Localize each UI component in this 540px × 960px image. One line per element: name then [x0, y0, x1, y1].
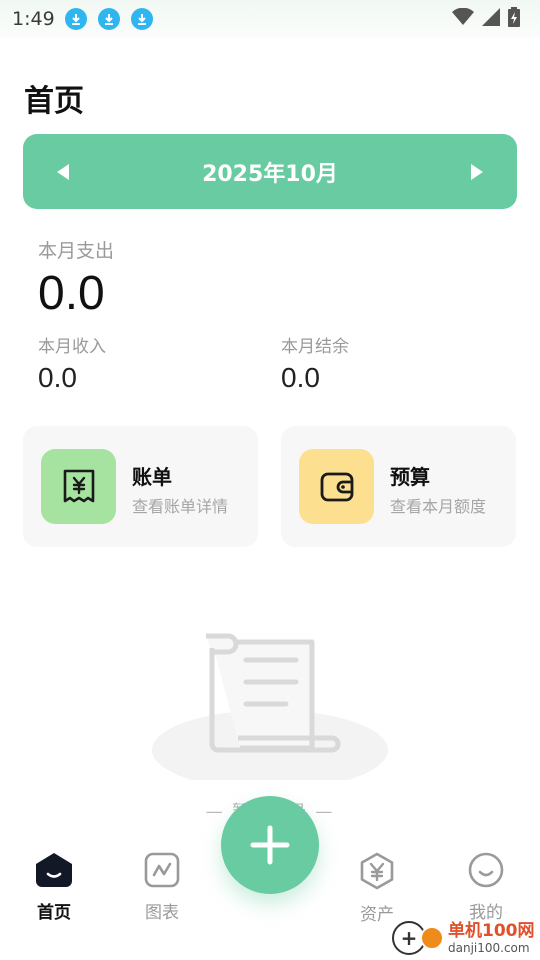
home-icon — [36, 853, 72, 887]
status-indicators — [452, 7, 520, 31]
download-icon — [64, 8, 87, 30]
balance-value: 0.0 — [281, 362, 320, 393]
bill-card[interactable]: 账单 查看账单详情 — [23, 426, 258, 547]
tab-chart[interactable]: 图表 — [117, 852, 207, 923]
bill-card-subtitle: 查看账单详情 — [132, 497, 229, 516]
watermark-dot-icon — [420, 926, 444, 950]
expense-label: 本月支出 — [38, 240, 115, 262]
add-record-button[interactable] — [221, 796, 319, 894]
month-label: 2025年10月 — [202, 161, 338, 187]
watermark: + 单机100网 danji100.com — [392, 918, 535, 958]
tab-home-label: 首页 — [37, 903, 71, 923]
tab-assets-label: 资产 — [360, 905, 394, 925]
yen-hexagon-icon — [360, 852, 394, 890]
budget-card-subtitle: 查看本月额度 — [390, 497, 487, 516]
status-bar: 1:49 — [0, 0, 540, 38]
prev-month-button[interactable] — [51, 160, 75, 184]
signal-icon — [482, 8, 500, 30]
triangle-left-icon — [57, 164, 69, 180]
download-icon — [130, 8, 153, 30]
status-time: 1:49 — [12, 8, 55, 30]
wifi-icon — [452, 7, 474, 30]
battery-icon — [508, 7, 520, 31]
receipt-yen-icon — [41, 449, 116, 524]
budget-card-title: 预算 — [390, 465, 430, 489]
month-selector: 2025年10月 — [23, 134, 517, 209]
balance-label: 本月结余 — [281, 337, 349, 357]
income-value: 0.0 — [38, 362, 77, 393]
income-label: 本月收入 — [38, 337, 106, 357]
watermark-url: danji100.com — [448, 940, 530, 955]
tab-assets[interactable]: 资产 — [332, 852, 422, 925]
scroll-icon — [152, 633, 388, 780]
bill-card-title: 账单 — [132, 465, 172, 489]
budget-card[interactable]: 预算 查看本月额度 — [281, 426, 516, 547]
page-title: 首页 — [24, 84, 84, 119]
chart-icon — [144, 852, 180, 888]
tab-mine[interactable]: 我的 — [441, 852, 531, 923]
tab-home[interactable]: 首页 — [9, 852, 99, 923]
wallet-icon — [299, 449, 374, 524]
plus-icon — [250, 825, 290, 865]
next-month-button[interactable] — [465, 160, 489, 184]
download-icon — [97, 8, 120, 30]
watermark-brand: 单机100网 — [448, 920, 535, 941]
watermark-text: 单机100网 danji100.com — [448, 920, 535, 955]
expense-value: 0.0 — [38, 267, 105, 320]
tab-chart-label: 图表 — [145, 903, 179, 923]
triangle-right-icon — [471, 164, 483, 180]
smile-icon — [468, 852, 504, 888]
